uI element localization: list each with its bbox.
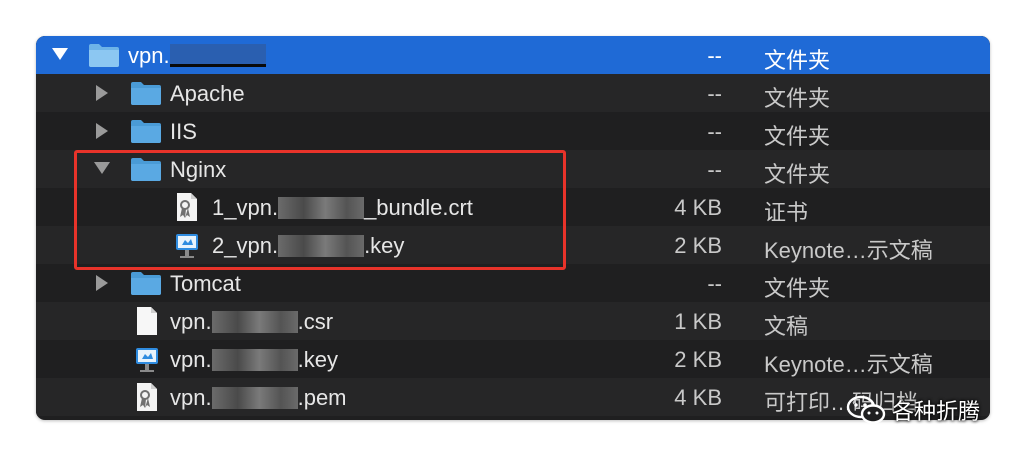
file-kind: 文件夹	[764, 124, 831, 149]
file-kind: 文件夹	[764, 86, 831, 111]
certificate-file-icon	[137, 383, 157, 411]
redacted-text	[211, 349, 298, 371]
file-size: --	[707, 119, 722, 144]
disclosure-expanded-icon[interactable]	[52, 48, 68, 60]
file-size: --	[707, 81, 722, 106]
file-kind: Keynote…示文稿	[764, 238, 933, 263]
redacted-text	[169, 44, 266, 67]
folder-icon	[131, 272, 161, 295]
file-row-apache[interactable]: Apache -- 文件夹	[36, 74, 990, 112]
file-row-vpn-folder[interactable]: vpn. -- 文件夹	[36, 36, 990, 74]
file-size: 4 KB	[674, 195, 722, 220]
finder-list-view: vpn. -- 文件夹 Apache -- 文件夹 IIS -- 文件夹 Ngi…	[36, 36, 990, 420]
disclosure-collapsed-icon[interactable]	[96, 85, 108, 101]
file-name-suffix: .key	[297, 347, 338, 372]
file-name-suffix: .pem	[297, 385, 347, 410]
file-size: --	[707, 157, 722, 182]
file-kind: 文件夹	[764, 48, 831, 73]
redacted-text	[211, 387, 298, 409]
keynote-file-icon	[136, 348, 158, 372]
file-size: 1 KB	[674, 309, 722, 334]
folder-icon	[131, 120, 161, 143]
file-kind: 文件夹	[764, 162, 831, 187]
annotation-highlight-box	[74, 150, 566, 270]
file-name-prefix: vpn.	[170, 385, 212, 410]
folder-icon	[131, 82, 161, 105]
redacted-text	[211, 311, 298, 333]
file-row-key[interactable]: vpn. .key 2 KB Keynote…示文稿	[36, 340, 990, 378]
disclosure-collapsed-icon[interactable]	[96, 123, 108, 139]
file-size: --	[707, 43, 722, 68]
file-size: 4 KB	[674, 385, 722, 410]
file-size: --	[707, 271, 722, 296]
wechat-icon	[846, 395, 886, 424]
file-name-prefix: vpn.	[128, 43, 170, 68]
file-name-prefix: vpn.	[170, 347, 212, 372]
file-size: 2 KB	[674, 233, 722, 258]
file-row-csr[interactable]: vpn. .csr 1 KB 文稿	[36, 302, 990, 340]
file-name: Apache	[170, 81, 245, 106]
file-kind: 文稿	[764, 314, 809, 339]
file-kind: 文件夹	[764, 276, 831, 301]
folder-icon	[89, 44, 119, 67]
watermark: 各种折腾	[846, 392, 980, 428]
file-kind: Keynote…示文稿	[764, 352, 933, 377]
document-file-icon	[137, 307, 157, 335]
disclosure-collapsed-icon[interactable]	[96, 275, 108, 291]
file-name: IIS	[170, 119, 197, 144]
watermark-text: 各种折腾	[892, 399, 981, 424]
file-row-iis[interactable]: IIS -- 文件夹	[36, 112, 990, 150]
file-name-prefix: vpn.	[170, 309, 212, 334]
file-name-suffix: .csr	[297, 309, 334, 334]
file-name: Tomcat	[170, 271, 241, 296]
file-size: 2 KB	[674, 347, 722, 372]
file-kind: 证书	[764, 200, 809, 225]
